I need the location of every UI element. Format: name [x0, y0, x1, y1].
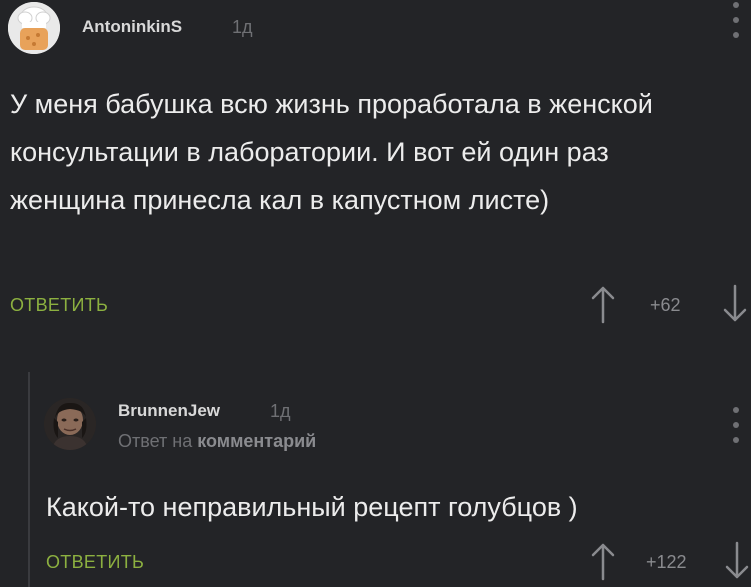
vote-controls: +122 — [590, 541, 749, 581]
reply-button[interactable]: ОТВЕТИТЬ — [10, 295, 108, 316]
chef-avatar-icon — [8, 2, 60, 54]
reply-button[interactable]: ОТВЕТИТЬ — [46, 552, 144, 573]
reply-to-line: Ответ на комментарий — [118, 431, 316, 452]
reply-to-link[interactable]: комментарий — [197, 431, 316, 451]
username[interactable]: BrunnenJew — [118, 401, 220, 421]
comment-time: 1д — [232, 17, 253, 37]
comment-time: 1д — [270, 401, 291, 421]
upvote-arrow-icon[interactable] — [590, 541, 616, 581]
rating-score: +62 — [650, 295, 681, 315]
comment-text: У меня бабушка всю жизнь проработала в ж… — [10, 89, 653, 215]
vote-controls: +62 — [590, 284, 747, 324]
upvote-arrow-icon[interactable] — [590, 284, 616, 324]
downvote-arrow-icon[interactable] — [724, 541, 750, 581]
more-dots-icon[interactable] — [731, 407, 741, 443]
user-photo-avatar — [44, 398, 96, 450]
downvote-arrow-icon[interactable] — [722, 284, 748, 324]
comment-reply: BrunnenJew 1д Ответ на комментарий Какой… — [0, 375, 751, 587]
comment: AntoninkinS 1д У меня бабушка всю жизнь … — [0, 0, 751, 340]
avatar[interactable] — [8, 2, 60, 54]
avatar[interactable] — [44, 398, 96, 450]
reply-to-prefix: Ответ на — [118, 431, 193, 451]
comment-text: Какой-то неправильный рецепт голубцов ) — [46, 492, 578, 522]
rating-score: +122 — [646, 552, 687, 572]
more-dots-icon[interactable] — [731, 2, 741, 38]
username[interactable]: AntoninkinS — [82, 17, 182, 37]
